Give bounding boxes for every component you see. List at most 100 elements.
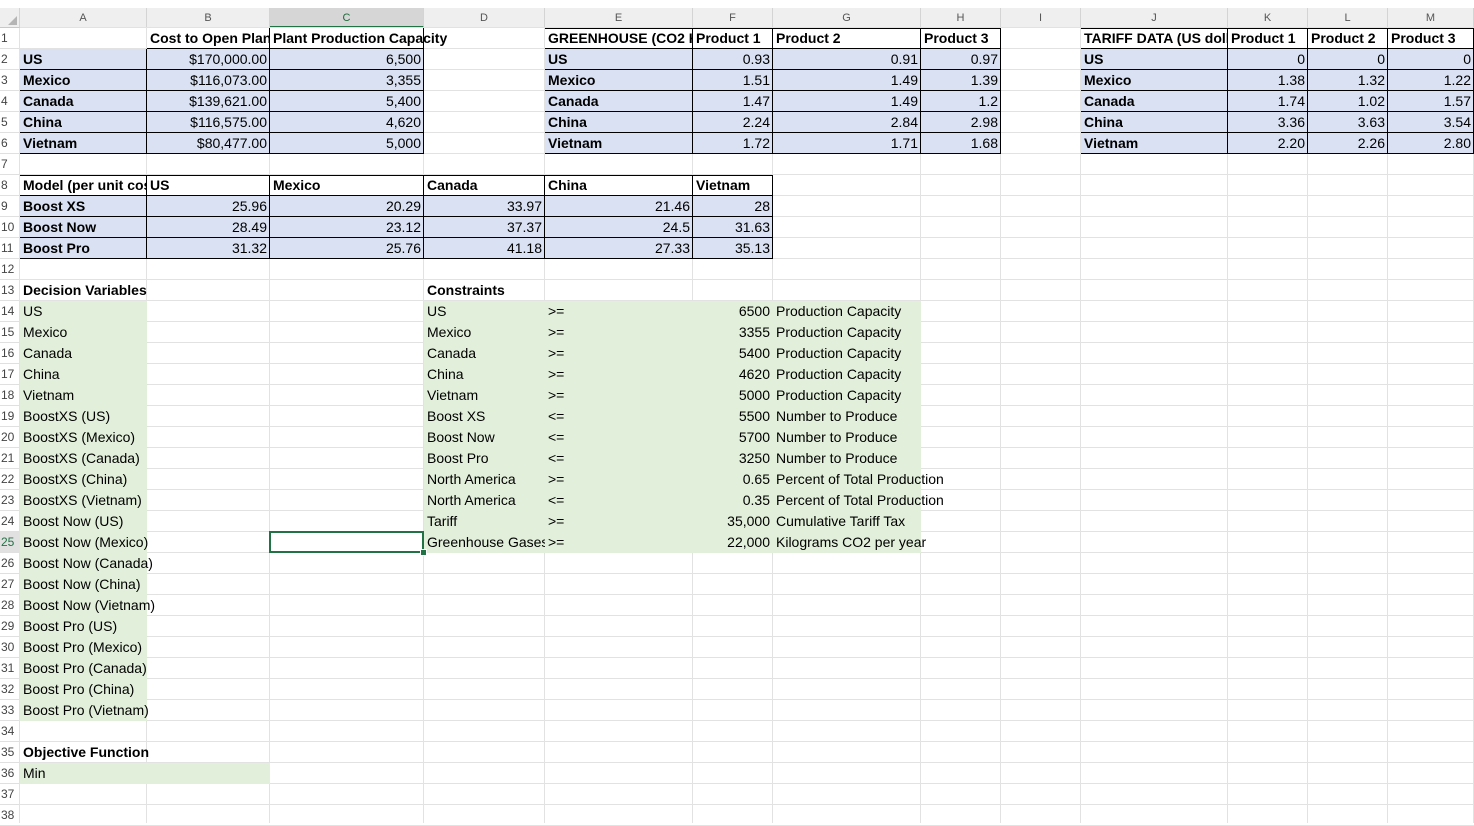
constraint-description[interactable]: Production Capacity (773, 385, 973, 406)
column-header-J[interactable]: J (1081, 8, 1228, 28)
tariff-value[interactable]: 1.57 (1388, 91, 1474, 112)
plant-cost[interactable]: $116,073.00 (147, 70, 270, 91)
row-header-25[interactable]: 25 (0, 532, 20, 553)
model-header[interactable]: China (545, 175, 693, 196)
row-header-2[interactable]: 2 (0, 49, 20, 70)
greenhouse-value[interactable]: 1.2 (921, 91, 1001, 112)
header-production-capacity[interactable]: Plant Production Capacity (270, 28, 470, 49)
constraint-operator[interactable]: >= (545, 385, 693, 406)
greenhouse-header[interactable]: Product 1 (693, 28, 773, 49)
constraint-operator[interactable]: >= (545, 532, 693, 553)
constraint-operator[interactable]: >= (545, 343, 693, 364)
fill-handle[interactable] (420, 549, 427, 556)
model-cost[interactable]: 28 (693, 196, 773, 217)
tariff-value[interactable]: 3.54 (1388, 112, 1474, 133)
tariff-header[interactable]: Product 1 (1228, 28, 1308, 49)
row-header-24[interactable]: 24 (0, 511, 20, 532)
tariff-value[interactable]: 1.74 (1228, 91, 1308, 112)
column-header-M[interactable]: M (1388, 8, 1474, 28)
plant-country[interactable]: Mexico (20, 70, 147, 91)
select-all-corner[interactable] (0, 8, 20, 28)
constraint-description[interactable]: Percent of Total Production (773, 490, 973, 511)
model-header[interactable]: Canada (424, 175, 545, 196)
greenhouse-value[interactable]: 0.97 (921, 49, 1001, 70)
constraint-operator[interactable]: <= (545, 448, 693, 469)
constraint-value[interactable]: 5000 (693, 385, 773, 406)
tariff-value[interactable]: 0 (1228, 49, 1308, 70)
greenhouse-value[interactable]: 2.98 (921, 112, 1001, 133)
row-header-33[interactable]: 33 (0, 700, 20, 721)
constraint-name[interactable]: Canada (424, 343, 545, 364)
decision-variable[interactable]: Boost Now (China) (20, 574, 180, 595)
decision-variable[interactable]: Mexico (20, 322, 180, 343)
plant-cost[interactable]: $80,477.00 (147, 133, 270, 154)
row-header-14[interactable]: 14 (0, 301, 20, 322)
tariff-header[interactable]: Product 3 (1388, 28, 1474, 49)
row-header-32[interactable]: 32 (0, 679, 20, 700)
column-header-K[interactable]: K (1228, 8, 1308, 28)
constraint-value[interactable]: 3355 (693, 322, 773, 343)
row-header-23[interactable]: 23 (0, 490, 20, 511)
column-header-G[interactable]: G (773, 8, 921, 28)
model-cost[interactable]: 23.12 (270, 217, 424, 238)
constraints-title[interactable]: Constraints (424, 280, 545, 301)
model-header[interactable]: Mexico (270, 175, 424, 196)
tariff-value[interactable]: 1.22 (1388, 70, 1474, 91)
constraint-value[interactable]: 4620 (693, 364, 773, 385)
decision-variable[interactable]: BoostXS (Canada) (20, 448, 180, 469)
plant-country[interactable]: Vietnam (20, 133, 147, 154)
constraint-name[interactable]: Tariff (424, 511, 545, 532)
greenhouse-value[interactable]: 1.72 (693, 133, 773, 154)
row-header-37[interactable]: 37 (0, 784, 20, 805)
model-product[interactable]: Boost XS (20, 196, 147, 217)
model-cost[interactable]: 20.29 (270, 196, 424, 217)
constraint-value[interactable]: 3250 (693, 448, 773, 469)
plant-country[interactable]: Canada (20, 91, 147, 112)
constraint-description[interactable]: Production Capacity (773, 364, 973, 385)
tariff-value[interactable]: 3.63 (1308, 112, 1388, 133)
decision-variable[interactable]: Boost Pro (Mexico) (20, 637, 180, 658)
greenhouse-country[interactable]: China (545, 112, 693, 133)
greenhouse-value[interactable]: 2.84 (773, 112, 921, 133)
row-header-16[interactable]: 16 (0, 343, 20, 364)
decision-variable[interactable]: BoostXS (US) (20, 406, 180, 427)
greenhouse-value[interactable]: 1.68 (921, 133, 1001, 154)
model-header[interactable]: US (147, 175, 270, 196)
plant-cost[interactable]: $116,575.00 (147, 112, 270, 133)
decision-variable[interactable]: Boost Pro (US) (20, 616, 180, 637)
greenhouse-country[interactable]: US (545, 49, 693, 70)
decision-variable[interactable]: BoostXS (China) (20, 469, 180, 490)
constraint-value[interactable]: 35,000 (693, 511, 773, 532)
row-header-4[interactable]: 4 (0, 91, 20, 112)
row-header-31[interactable]: 31 (0, 658, 20, 679)
greenhouse-value[interactable]: 1.39 (921, 70, 1001, 91)
constraint-operator[interactable]: >= (545, 301, 693, 322)
row-header-36[interactable]: 36 (0, 763, 20, 784)
model-cost[interactable]: 37.37 (424, 217, 545, 238)
constraint-value[interactable]: 0.65 (693, 469, 773, 490)
row-header-29[interactable]: 29 (0, 616, 20, 637)
constraint-description[interactable]: Number to Produce (773, 406, 973, 427)
model-cost[interactable]: 25.76 (270, 238, 424, 259)
model-cost[interactable]: 31.63 (693, 217, 773, 238)
greenhouse-value[interactable]: 1.51 (693, 70, 773, 91)
plant-country[interactable]: US (20, 49, 147, 70)
tariff-country[interactable]: US (1081, 49, 1228, 70)
row-header-10[interactable]: 10 (0, 217, 20, 238)
model-header[interactable]: Model (per unit cost) (20, 175, 147, 196)
row-header-8[interactable]: 8 (0, 175, 20, 196)
plant-cost[interactable]: $170,000.00 (147, 49, 270, 70)
row-header-15[interactable]: 15 (0, 322, 20, 343)
active-cell-selection[interactable] (269, 531, 424, 553)
row-header-27[interactable]: 27 (0, 574, 20, 595)
constraint-description[interactable]: Cumulative Tariff Tax (773, 511, 973, 532)
greenhouse-country[interactable]: Canada (545, 91, 693, 112)
constraint-value[interactable]: 22,000 (693, 532, 773, 553)
greenhouse-header[interactable]: Product 3 (921, 28, 1001, 49)
greenhouse-country[interactable]: Mexico (545, 70, 693, 91)
constraint-operator[interactable]: >= (545, 469, 693, 490)
constraint-operator[interactable]: <= (545, 427, 693, 448)
tariff-value[interactable]: 1.38 (1228, 70, 1308, 91)
constraint-name[interactable]: Mexico (424, 322, 545, 343)
decision-variable[interactable]: BoostXS (Vietnam) (20, 490, 180, 511)
